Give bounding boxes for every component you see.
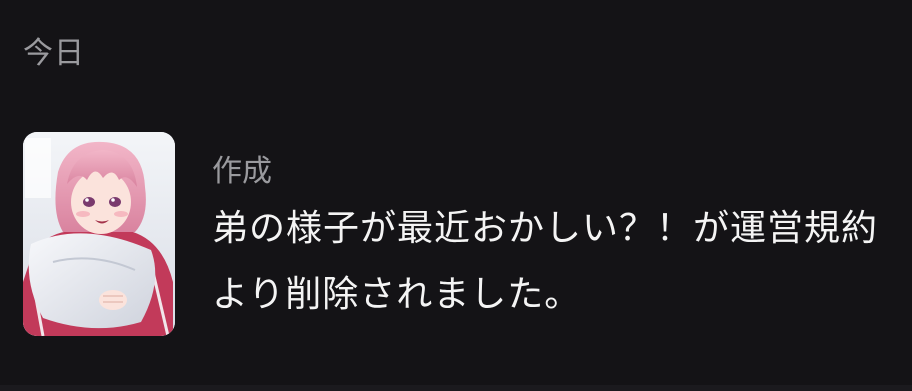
notification-item[interactable]: 作成 弟の様子が最近おかしい？！が運営規約 より削除されました。 bbox=[0, 130, 912, 340]
section-header-today: 今日 bbox=[23, 36, 85, 71]
notification-message-line-1: 弟の様子が最近おかしい？！が運営規約 bbox=[212, 208, 879, 249]
notification-message-line-2: より削除されました。 bbox=[212, 274, 582, 315]
list-divider bbox=[0, 385, 912, 391]
